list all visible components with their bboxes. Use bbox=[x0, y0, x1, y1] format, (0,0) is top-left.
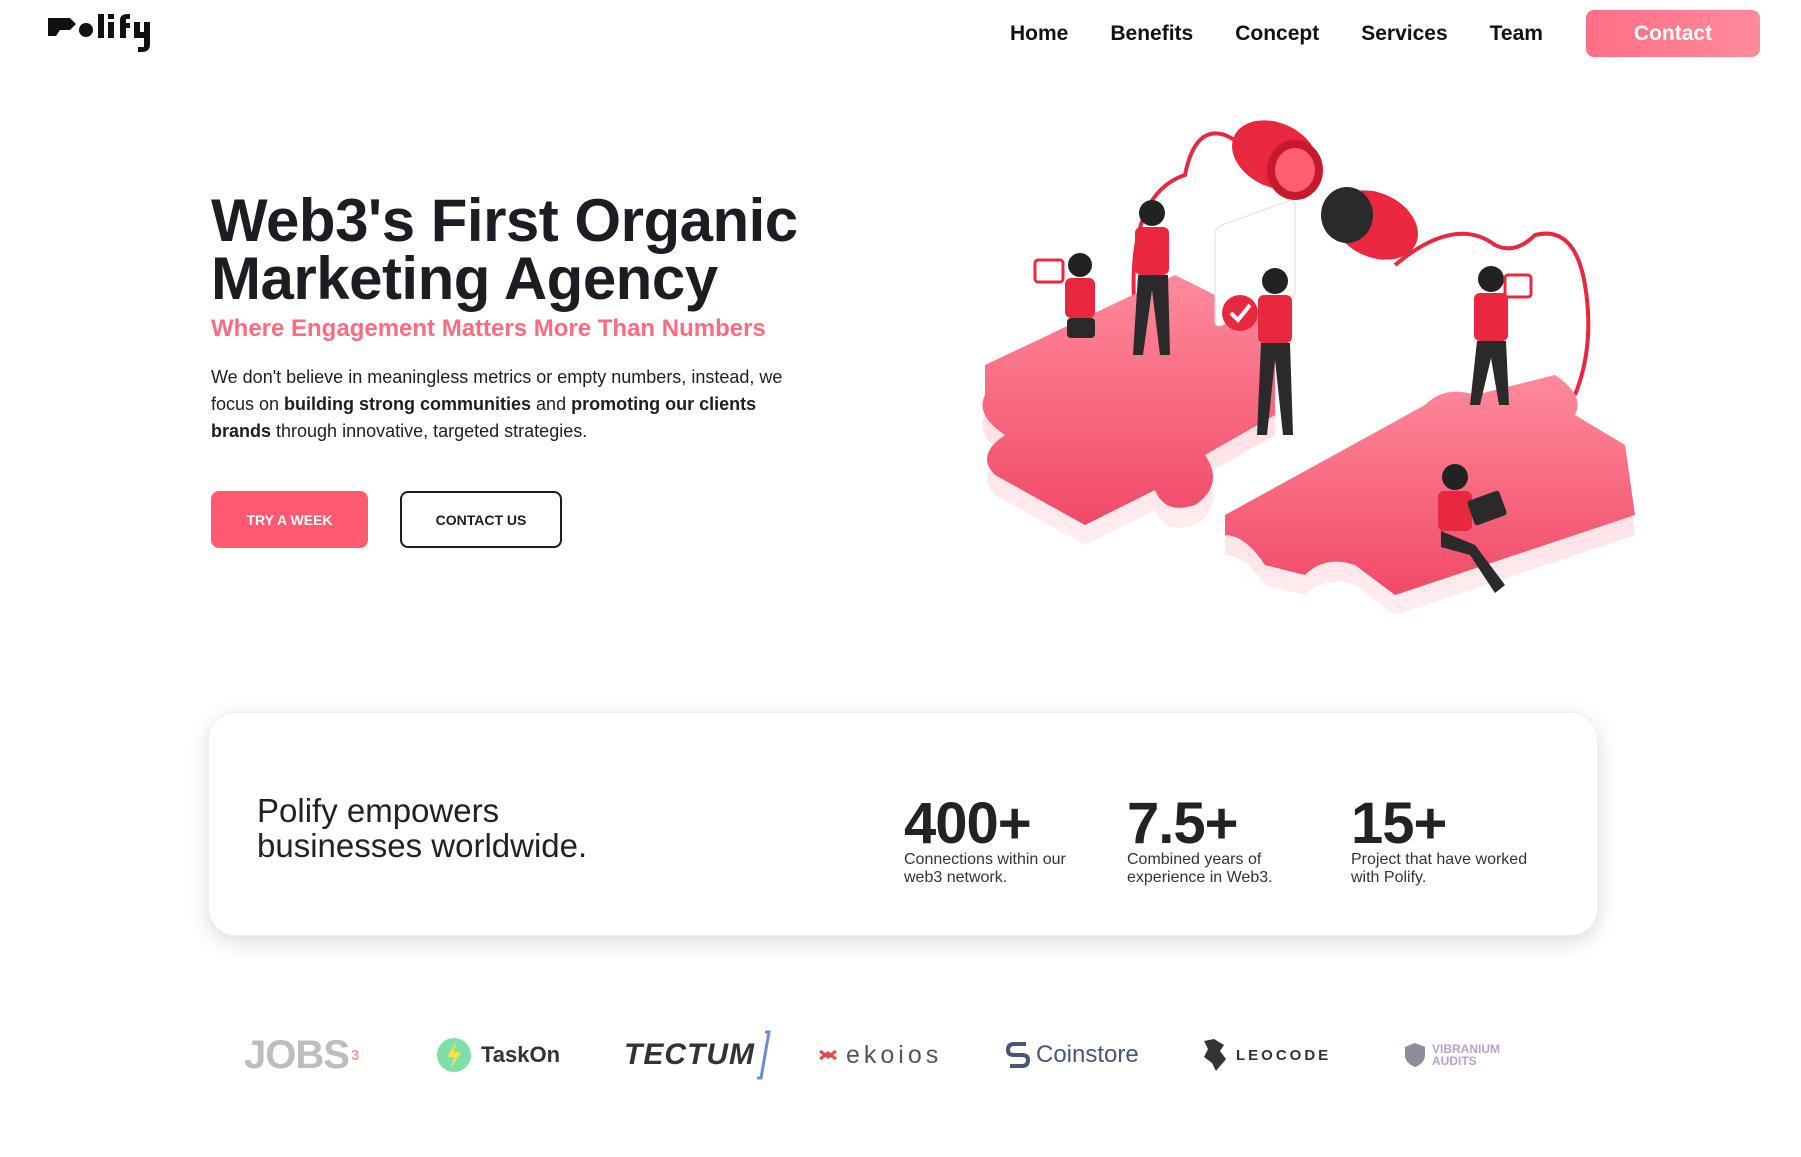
partner-vibranium-logo: VIBRANIUM AUDITS bbox=[1404, 1020, 1500, 1090]
ekoios-icon bbox=[819, 1049, 837, 1061]
nav-services[interactable]: Services bbox=[1361, 20, 1447, 48]
stat-projects: 15+ Project that have worked with Polify… bbox=[1351, 791, 1551, 887]
try-a-week-button[interactable]: TRY A WEEK bbox=[211, 491, 368, 548]
partner-jobs3-logo: JOBS 3 bbox=[244, 1032, 359, 1077]
stat-value: 400+ bbox=[904, 791, 1032, 856]
stats-heading: Polify empowers businesses worldwide. bbox=[257, 792, 588, 864]
nav-benefits[interactable]: Benefits bbox=[1110, 20, 1193, 48]
hero-subtitle: Where Engagement Matters More Than Numbe… bbox=[211, 315, 766, 342]
stat-label: Connections within our web3 network. bbox=[904, 851, 1066, 886]
taskon-icon bbox=[437, 1038, 471, 1072]
coinstore-icon bbox=[1006, 1042, 1030, 1068]
nav-team[interactable]: Team bbox=[1490, 20, 1543, 48]
nav-home[interactable]: Home bbox=[1010, 20, 1068, 48]
contact-us-button[interactable]: CONTACT US bbox=[400, 491, 562, 548]
stat-connections: 400+ Connections within our web3 network… bbox=[904, 791, 1104, 887]
shield-icon bbox=[1405, 1043, 1425, 1067]
top-nav: Home Benefits Concept Services Team Cont… bbox=[0, 0, 1801, 70]
stat-label: Combined years of experience in Web3. bbox=[1127, 851, 1273, 886]
stat-value: 15+ bbox=[1351, 791, 1447, 856]
partner-logos: JOBS 3 TaskOn TECTUM ekoios Coinstore LEO… bbox=[0, 1020, 1801, 1090]
partner-tectum-logo: TECTUM bbox=[624, 1020, 771, 1090]
hero-title: Web3's First Organic Marketing Agency bbox=[211, 187, 798, 312]
stat-label: Project that have worked with Polify. bbox=[1351, 851, 1528, 886]
polify-logo[interactable] bbox=[46, 10, 150, 56]
hero-illustration bbox=[982, 120, 1635, 615]
partner-ekoios-logo: ekoios bbox=[816, 1020, 942, 1090]
partner-coinstore-logo: Coinstore bbox=[1006, 1020, 1139, 1090]
nav-contact-button[interactable]: Contact bbox=[1586, 10, 1760, 57]
stat-value: 7.5+ bbox=[1127, 791, 1239, 856]
partner-taskon-logo: TaskOn bbox=[435, 1020, 560, 1090]
nav-concept[interactable]: Concept bbox=[1235, 20, 1319, 48]
partner-leocode-logo: LEOCODE bbox=[1200, 1020, 1331, 1090]
stats-card: Polify empowers businesses worldwide. 40… bbox=[208, 712, 1598, 936]
stat-years: 7.5+ Combined years of experience in Web… bbox=[1127, 791, 1327, 887]
lion-icon bbox=[1204, 1039, 1226, 1071]
tectum-bracket-icon bbox=[756, 1030, 771, 1080]
hero-description: We don't believe in meaningless metrics … bbox=[211, 367, 783, 441]
person-1 bbox=[1033, 253, 1095, 338]
